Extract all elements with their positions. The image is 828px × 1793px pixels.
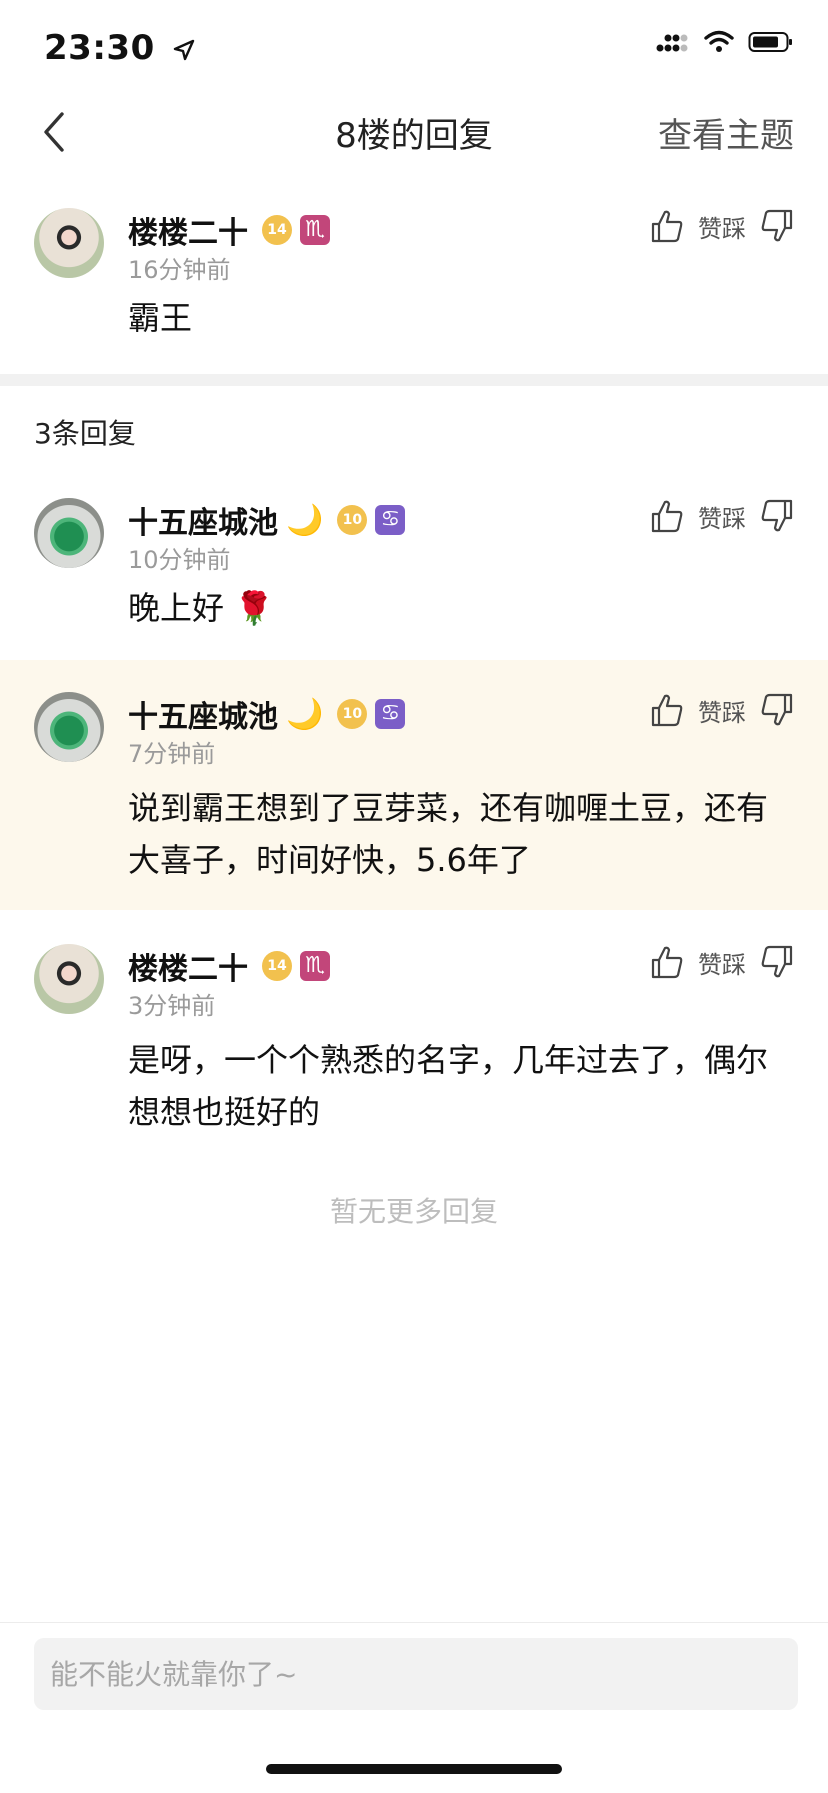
vote-label: 赞踩 (698, 698, 746, 727)
moon-icon: 🌙 (286, 502, 324, 538)
reply-item: 楼楼二十 14 ♏ 3分钟前 是呀，一个个熟悉的名字，几年过去了，偶尔想想也挺好… (0, 936, 828, 1146)
vote-label: 赞踩 (698, 504, 746, 533)
home-indicator (266, 1764, 562, 1774)
vote-actions: 赞踩 (650, 692, 794, 728)
zodiac-badge: ♏ (300, 951, 330, 981)
avatar[interactable] (34, 692, 104, 762)
vote-label: 赞踩 (698, 950, 746, 979)
vote-actions: 赞踩 (650, 208, 794, 244)
zodiac-badge: ♋ (375, 505, 406, 535)
moon-icon: 🌙 (286, 696, 324, 732)
thumbs-down-icon[interactable] (760, 944, 794, 980)
thumbs-up-icon[interactable] (650, 208, 684, 244)
location-arrow-icon (173, 39, 195, 60)
vote-actions: 赞踩 (650, 944, 794, 980)
avatar[interactable] (34, 498, 104, 568)
thumbs-up-icon[interactable] (650, 498, 684, 534)
username-text: 十五座城池 (128, 700, 278, 735)
username-text: 楼楼二十 (128, 216, 248, 251)
view-topic-link[interactable]: 查看主题 (658, 108, 794, 157)
cellular-signal-icon (656, 34, 688, 52)
reply-input[interactable] (34, 1638, 798, 1710)
vote-actions: 赞踩 (650, 498, 794, 534)
comment-time: 10分钟前 (128, 546, 231, 574)
level-badge: 10 (337, 699, 368, 729)
zodiac-badge: ♋ (375, 699, 406, 729)
username[interactable]: 十五座城池 🌙 10 ♋ (128, 498, 406, 542)
comment-time: 7分钟前 (128, 740, 216, 768)
level-badge: 10 (337, 505, 368, 535)
vote-label: 赞踩 (698, 214, 746, 243)
comment-text: 霸王 (128, 299, 193, 337)
status-time-text: 23:30 (44, 28, 155, 68)
comment-text: 晚上好 🌹 (128, 589, 275, 627)
thumbs-down-icon[interactable] (760, 692, 794, 728)
username[interactable]: 楼楼二十 14 ♏ (128, 944, 330, 988)
battery-icon (748, 32, 792, 52)
zodiac-badge: ♏ (300, 215, 330, 245)
reply-item: 十五座城池 🌙 10 ♋ 10分钟前 晚上好 🌹 赞踩 (0, 490, 828, 640)
username-text: 楼楼二十 (128, 952, 248, 987)
comment-text: 说到霸王想到了豆芽菜，还有咖喱土豆，还有大喜子，时间好快，5.6年了 (128, 789, 769, 879)
comment-time: 16分钟前 (128, 256, 231, 284)
comment-text: 是呀，一个个熟悉的名字，几年过去了，偶尔想想也挺好的 (128, 1041, 769, 1131)
wifi-icon (704, 30, 734, 52)
no-more-replies: 暂无更多回复 (329, 1195, 498, 1228)
status-icons (656, 30, 794, 54)
username-text: 十五座城池 (128, 506, 278, 541)
replies-count: 3条回复 (34, 417, 136, 450)
status-time: 23:30 (44, 28, 195, 68)
username[interactable]: 楼楼二十 14 ♏ (128, 208, 330, 252)
avatar[interactable] (34, 208, 104, 278)
thumbs-up-icon[interactable] (650, 944, 684, 980)
thumbs-down-icon[interactable] (760, 498, 794, 534)
reply-item: 十五座城池 🌙 10 ♋ 7分钟前 说到霸王想到了豆芽菜，还有咖喱土豆，还有大喜… (0, 684, 828, 894)
username[interactable]: 十五座城池 🌙 10 ♋ (128, 692, 406, 736)
comment-time: 3分钟前 (128, 992, 216, 1020)
avatar[interactable] (34, 944, 104, 1014)
main-comment: 楼楼二十 14 ♏ 16分钟前 霸王 赞踩 (0, 200, 828, 350)
thumbs-down-icon[interactable] (760, 208, 794, 244)
level-badge: 14 (262, 215, 292, 245)
thumbs-up-icon[interactable] (650, 692, 684, 728)
section-divider (0, 374, 828, 386)
level-badge: 14 (262, 951, 292, 981)
